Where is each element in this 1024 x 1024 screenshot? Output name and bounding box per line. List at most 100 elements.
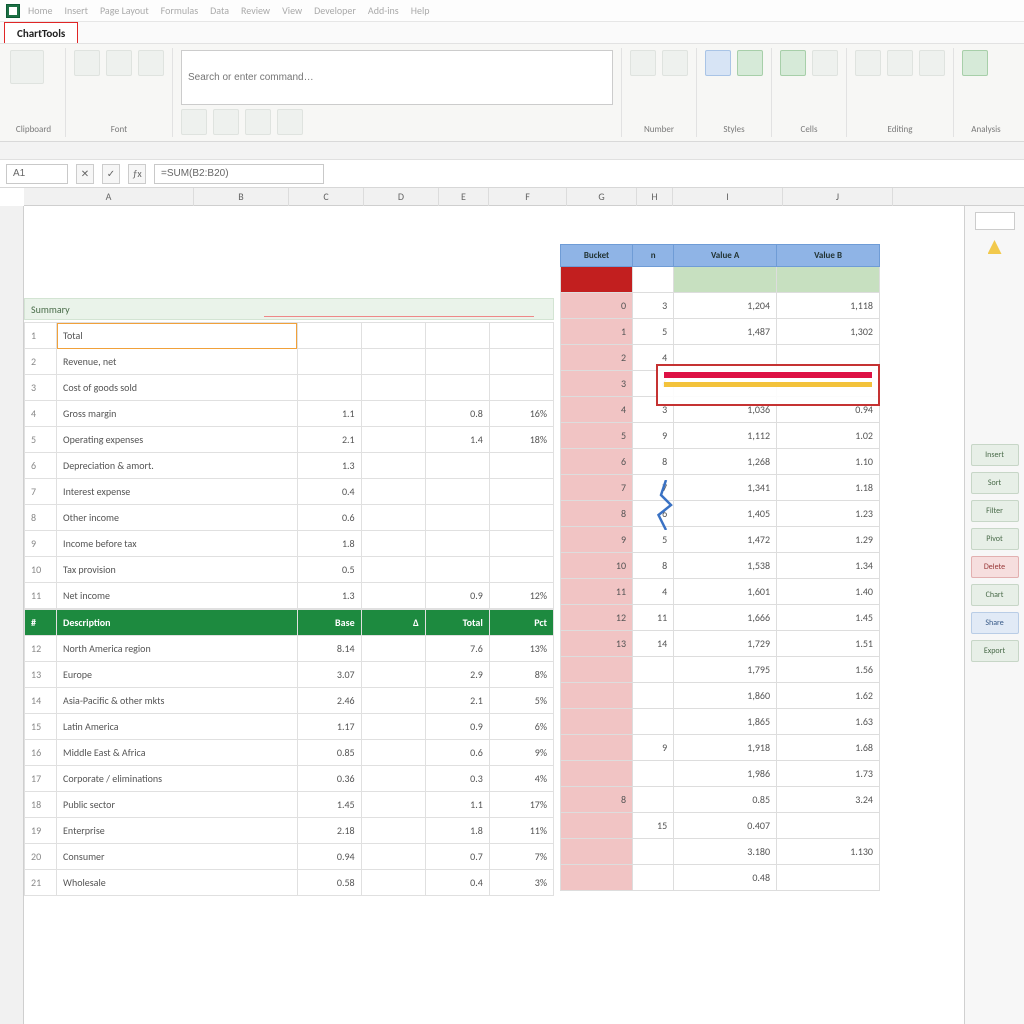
cell-a[interactable]: [561, 813, 633, 839]
cell-name[interactable]: Interest expense: [57, 479, 297, 505]
cell-v1[interactable]: 2.18: [297, 818, 361, 844]
col-header[interactable]: H: [637, 188, 673, 206]
cell-c[interactable]: 1,865: [674, 709, 777, 735]
italic-button[interactable]: [106, 50, 132, 76]
cell-name[interactable]: Asia-Pacific & other mkts: [57, 688, 297, 714]
cell-d[interactable]: 1.51: [777, 631, 880, 657]
panel-chip-share[interactable]: Share: [971, 612, 1019, 634]
cell-name[interactable]: Public sector: [57, 792, 297, 818]
cell-c[interactable]: 1,487: [674, 319, 777, 345]
cell-name[interactable]: Consumer: [57, 844, 297, 870]
cell-d[interactable]: 1.34: [777, 553, 880, 579]
table-row[interactable]: 20 Consumer 0.94 0.7 7%: [25, 844, 554, 870]
cell-name[interactable]: Corporate / eliminations: [57, 766, 297, 792]
panel-chip[interactable]: Sort: [971, 472, 1019, 494]
col-header[interactable]: I: [673, 188, 783, 206]
underline-button[interactable]: [138, 50, 164, 76]
cell-v2[interactable]: [361, 375, 425, 401]
cell-v1[interactable]: 1.17: [297, 714, 361, 740]
ribbon-search-input[interactable]: [181, 50, 613, 105]
cell-v2[interactable]: [361, 427, 425, 453]
cell-d[interactable]: 1.63: [777, 709, 880, 735]
cell-name[interactable]: Enterprise: [57, 818, 297, 844]
cell-v3[interactable]: 7.6: [425, 636, 489, 662]
cell-d[interactable]: [777, 813, 880, 839]
cell-v1[interactable]: 1.1: [297, 401, 361, 427]
cell-v2[interactable]: [361, 401, 425, 427]
table-row[interactable]: 5 Operating expenses 2.1 1.4 18%: [25, 427, 554, 453]
table-row[interactable]: 12 North America region 8.14 7.6 13%: [25, 636, 554, 662]
fx-enter-button[interactable]: ✓: [102, 164, 120, 184]
table-row[interactable]: 1,865 1.63: [561, 709, 880, 735]
cell-id[interactable]: 6: [25, 453, 57, 479]
cell-v3[interactable]: [425, 531, 489, 557]
table-row[interactable]: 15 0.407: [561, 813, 880, 839]
col-header[interactable]: C: [289, 188, 364, 206]
percent-button[interactable]: [662, 50, 688, 76]
table-row[interactable]: 7 Interest expense 0.4: [25, 479, 554, 505]
cell-c[interactable]: 1,268: [674, 449, 777, 475]
cell-c[interactable]: 1,112: [674, 423, 777, 449]
cell-id[interactable]: 10: [25, 557, 57, 583]
cell-v1[interactable]: 3.07: [297, 662, 361, 688]
cell-v3[interactable]: 2.9: [425, 662, 489, 688]
menu-item[interactable]: Home: [28, 4, 52, 17]
table-row[interactable]: 17 Corporate / eliminations 0.36 0.3 4%: [25, 766, 554, 792]
cell-v1[interactable]: 1.45: [297, 792, 361, 818]
cell-v3[interactable]: 0.4: [425, 870, 489, 896]
cell-v3[interactable]: [425, 453, 489, 479]
cell-b[interactable]: 5: [633, 319, 674, 345]
cell-name[interactable]: Other income: [57, 505, 297, 531]
cell-v1[interactable]: 1.8: [297, 531, 361, 557]
col-header[interactable]: B: [194, 188, 289, 206]
table-row[interactable]: 6 Depreciation & amort. 1.3: [25, 453, 554, 479]
cell-a[interactable]: 5: [561, 423, 633, 449]
cell-styles-button[interactable]: [737, 50, 763, 76]
cell-a[interactable]: 8: [561, 787, 633, 813]
cell-a[interactable]: 4: [561, 397, 633, 423]
cell-a[interactable]: [561, 657, 633, 683]
cell-id[interactable]: 20: [25, 844, 57, 870]
cell-b[interactable]: 14: [633, 631, 674, 657]
table-row[interactable]: 9 5 1,472 1.29: [561, 527, 880, 553]
table-row[interactable]: 1 Total: [25, 323, 554, 349]
cell-v1[interactable]: [297, 375, 361, 401]
cell-name[interactable]: Latin America: [57, 714, 297, 740]
cell-v4[interactable]: [489, 505, 553, 531]
cell-v2[interactable]: [361, 766, 425, 792]
cell-d[interactable]: 1.73: [777, 761, 880, 787]
cell-c[interactable]: 0.85: [674, 787, 777, 813]
cell-v4[interactable]: 9%: [489, 740, 553, 766]
cell-c[interactable]: 0.48: [674, 865, 777, 891]
cell-id[interactable]: 16: [25, 740, 57, 766]
table-row[interactable]: 0 3 1,204 1,118: [561, 293, 880, 319]
cell-a[interactable]: 13: [561, 631, 633, 657]
row-headers[interactable]: [0, 206, 24, 1024]
cell-id[interactable]: 15: [25, 714, 57, 740]
cell-d[interactable]: 1.02: [777, 423, 880, 449]
cell-name[interactable]: Operating expenses: [57, 427, 297, 453]
cell-v3[interactable]: 0.8: [425, 401, 489, 427]
cell-v4[interactable]: 12%: [489, 583, 553, 609]
cell-v1[interactable]: 0.94: [297, 844, 361, 870]
cell-v1[interactable]: 2.1: [297, 427, 361, 453]
cell-name[interactable]: Gross margin: [57, 401, 297, 427]
cell-d[interactable]: 3.24: [777, 787, 880, 813]
cell-c[interactable]: 1,860: [674, 683, 777, 709]
table-row[interactable]: 2 Revenue, net: [25, 349, 554, 375]
cell-v4[interactable]: 8%: [489, 662, 553, 688]
cell-v2[interactable]: [361, 792, 425, 818]
cell-d[interactable]: 1.56: [777, 657, 880, 683]
tab-chart-tools[interactable]: ChartTools: [4, 22, 78, 43]
cell-v2[interactable]: [361, 818, 425, 844]
table-row[interactable]: 5 9 1,112 1.02: [561, 423, 880, 449]
cell-b[interactable]: [633, 865, 674, 891]
menu-item[interactable]: Formulas: [161, 4, 198, 17]
menu-item[interactable]: Data: [210, 4, 229, 17]
table-row[interactable]: 8 6 1,405 1.23: [561, 501, 880, 527]
cell-d[interactable]: 1.18: [777, 475, 880, 501]
cell-d[interactable]: 1.130: [777, 839, 880, 865]
formula-input[interactable]: [154, 164, 324, 184]
cell-a[interactable]: 11: [561, 579, 633, 605]
cell-v2[interactable]: [361, 844, 425, 870]
